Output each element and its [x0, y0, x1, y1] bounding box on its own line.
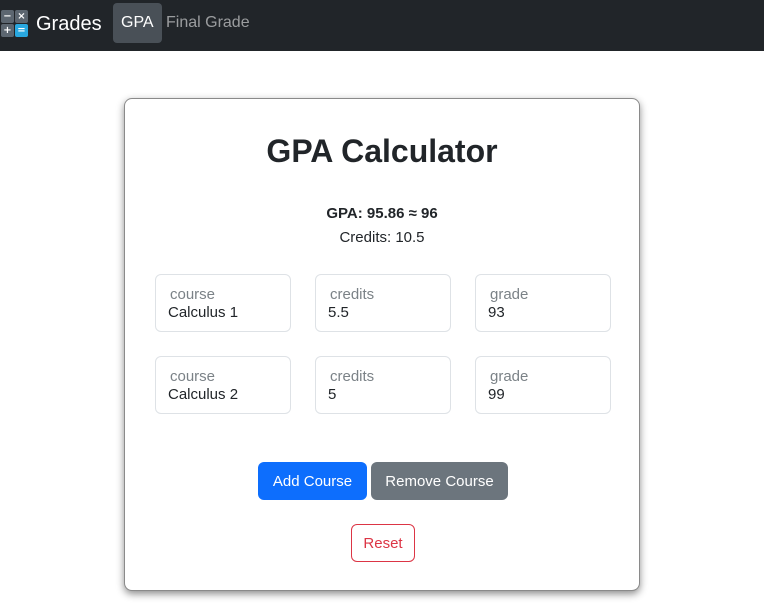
add-course-button[interactable]: Add Course — [258, 462, 367, 500]
credits-field[interactable]: credits 5.5 — [315, 274, 451, 332]
credits-field-value: 5.5 — [328, 304, 349, 321]
grade-field[interactable]: grade 93 — [475, 274, 611, 332]
course-field-value: Calculus 2 — [168, 386, 239, 403]
brand-title: Grades — [36, 13, 102, 35]
course-field[interactable]: course Calculus 2 — [155, 356, 291, 414]
minus-icon: − — [1, 10, 14, 23]
course-field[interactable]: course Calculus 1 — [155, 274, 291, 332]
top-navbar: − × + = Grades GPA Final Grade — [0, 0, 764, 51]
grade-field-label: grade — [490, 286, 529, 303]
calculator-icon: − × + = — [0, 9, 30, 39]
credits-field-value: 5 — [328, 386, 337, 403]
credits-total: Credits: 10.5 — [339, 229, 425, 246]
grade-field-label: grade — [490, 368, 529, 385]
nav-link-final-grade[interactable]: Final Grade — [158, 3, 258, 43]
plus-icon: + — [1, 24, 14, 37]
course-field-label: course — [170, 368, 216, 385]
page-title: GPA Calculator — [266, 133, 498, 169]
grade-field[interactable]: grade 99 — [475, 356, 611, 414]
grade-field-value: 93 — [488, 304, 505, 321]
multiply-icon: × — [15, 10, 28, 23]
credits-field[interactable]: credits 5 — [315, 356, 451, 414]
remove-course-button[interactable]: Remove Course — [371, 462, 508, 500]
equals-icon: = — [15, 24, 28, 37]
brand[interactable]: − × + = Grades — [0, 9, 102, 39]
nav-link-gpa[interactable]: GPA — [113, 3, 162, 43]
credits-field-label: credits — [330, 286, 375, 303]
gpa-calculator-card: GPA Calculator GPA: 95.86 ≈ 96 Credits: … — [124, 98, 640, 591]
gpa-result: GPA: 95.86 ≈ 96 — [326, 205, 438, 222]
grade-field-value: 99 — [488, 386, 505, 403]
course-field-label: course — [170, 286, 216, 303]
course-field-value: Calculus 1 — [168, 304, 239, 321]
credits-field-label: credits — [330, 368, 375, 385]
reset-button[interactable]: Reset — [351, 524, 415, 562]
